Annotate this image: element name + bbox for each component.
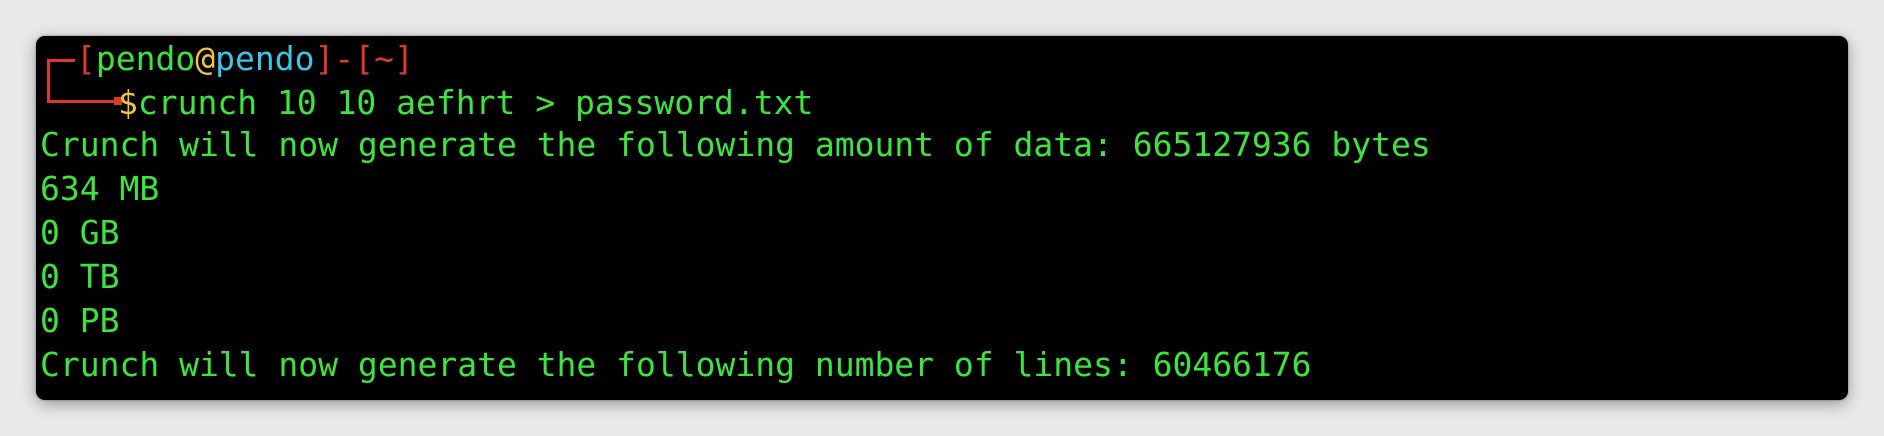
prompt-user: pendo xyxy=(95,39,196,78)
output-line: 0 TB xyxy=(40,257,120,296)
prompt-close-bracket: ] xyxy=(314,39,335,78)
prompt-dir: ~ xyxy=(374,39,394,78)
command-text: crunch 10 10 aefhrt > password.txt xyxy=(137,83,814,122)
command-line[interactable]: $crunch 10 10 aefhrt > password.txt xyxy=(40,83,813,123)
prompt-dash: - xyxy=(334,39,355,78)
output-line: 634 MB xyxy=(40,169,160,208)
output-line: 0 GB xyxy=(40,213,120,252)
output-line: 0 PB xyxy=(40,301,120,340)
prompt-at: @ xyxy=(195,39,216,78)
prompt-line-1: [pendo@pendo]-[~] xyxy=(40,39,414,79)
prompt-open-bracket: [ xyxy=(76,39,96,78)
output-line: Crunch will now generate the following a… xyxy=(40,125,1431,164)
output-line: Crunch will now generate the following n… xyxy=(40,345,1312,384)
prompt-dir-open: [ xyxy=(354,39,375,78)
prompt-host: pendo xyxy=(215,39,315,78)
prompt-dir-close: ] xyxy=(393,39,414,78)
prompt-dollar: $ xyxy=(118,83,138,122)
terminal-window[interactable]: [pendo@pendo]-[~] $crunch 10 10 aefhrt >… xyxy=(36,36,1848,400)
